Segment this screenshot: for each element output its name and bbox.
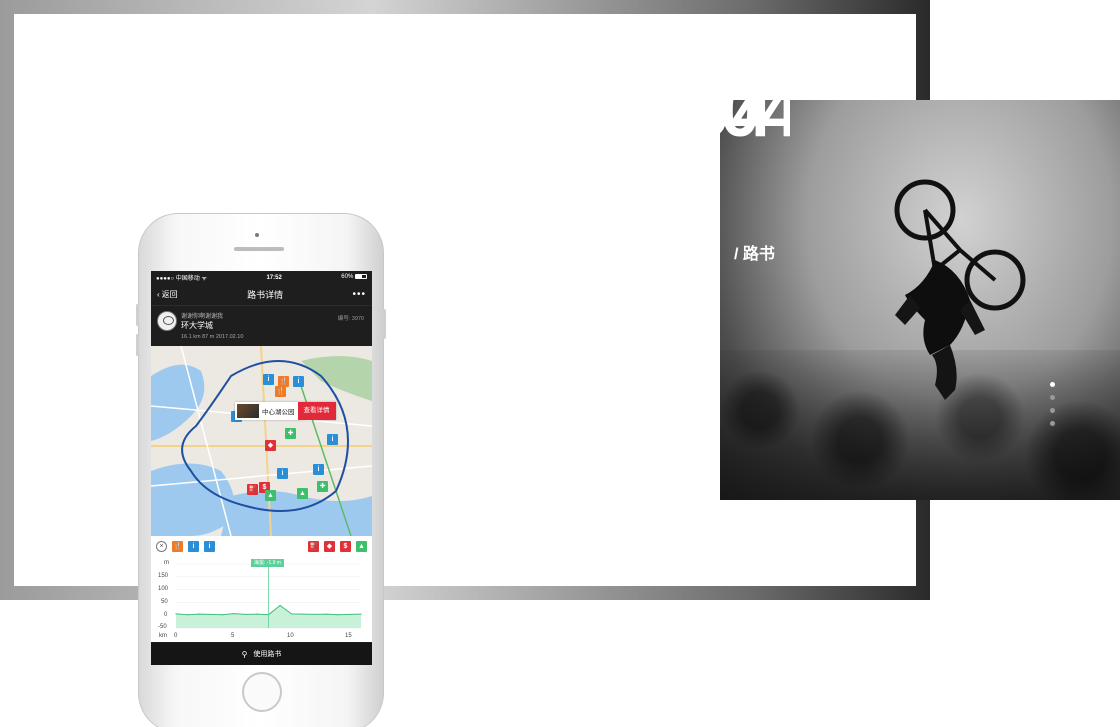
elevation-point: [314, 613, 316, 616]
map-marker-info[interactable]: i: [327, 434, 338, 445]
map-marker-medical[interactable]: ✚: [285, 428, 296, 439]
poi-filter-bar: × 🍴 i i ⛽ ◆ $ ▲: [151, 536, 372, 556]
poi-filter-info[interactable]: i: [204, 540, 215, 552]
elevation-point: [325, 613, 327, 615]
elevation-point: [348, 613, 351, 616]
view-details-button[interactable]: 查看详情: [297, 402, 336, 420]
bike-icon: ⚲: [241, 649, 248, 659]
elevation-point: [279, 604, 281, 607]
elevation-point: [360, 613, 362, 615]
route-name: 环大学城: [181, 321, 213, 330]
route-stats: 16.1 km 87 m 2017.02.10: [181, 334, 244, 340]
bmx-photo: [720, 100, 1120, 500]
elevation-x-tick: 10: [287, 633, 294, 639]
elevation-point: [302, 613, 304, 615]
carrier-label: ●●●●○ 中国移动 ᯤ: [156, 276, 207, 282]
popup-place-name: 中心湖公园: [262, 409, 295, 416]
elevation-x-tick: 15: [345, 633, 352, 639]
poi-filter-landmark[interactable]: ◆: [324, 540, 335, 552]
elevation-point: [186, 614, 189, 616]
elevation-plot: [175, 563, 362, 629]
elevation-x-unit: km: [159, 633, 167, 639]
elevation-point: [291, 613, 293, 615]
elevation-point: [233, 613, 235, 615]
slide-dot-2[interactable]: [1050, 395, 1055, 400]
map-marker-info[interactable]: i: [313, 464, 324, 475]
phone-power-button: [383, 309, 386, 339]
author-name: 谢谢你啊谢谢我: [181, 314, 224, 320]
elevation-y-tick: 50: [161, 599, 168, 605]
poi-filter-food[interactable]: 🍴: [172, 540, 183, 552]
section-title: / 路书: [734, 246, 775, 263]
use-route-label: 使用路书: [253, 651, 282, 658]
elevation-point: [221, 614, 223, 616]
status-time: 17:52: [266, 274, 282, 281]
back-button[interactable]: ‹ 返回: [157, 289, 178, 300]
elevation-point: [337, 614, 339, 616]
phone-volume-up: [136, 304, 139, 326]
battery-percent: 60%: [341, 274, 354, 281]
elevation-y-tick: 100: [158, 586, 169, 592]
slide-indicator[interactable]: [1050, 382, 1058, 434]
elevation-chart[interactable]: m 150 100 50 0 -50 km 0 5 10 15 海拔: -1.9…: [151, 556, 372, 642]
map-marker-landmark[interactable]: ◆: [265, 440, 276, 451]
elevation-y-tick: -50: [158, 624, 167, 630]
poi-filter-info[interactable]: i: [188, 540, 199, 552]
elevation-y-tick: 0: [164, 612, 168, 618]
slide-dot-4[interactable]: [1050, 421, 1055, 426]
more-menu-button[interactable]: •••: [352, 289, 366, 300]
hero-number: 04: [690, 72, 775, 152]
poi-filter-atm[interactable]: $: [340, 540, 351, 552]
phone-front-camera: [255, 233, 259, 237]
map-marker-food[interactable]: 🍴: [275, 386, 286, 397]
route-header: 谢谢你啊谢谢我 环大学城 编号: 3970 16.1 km 87 m 2017.…: [151, 306, 372, 346]
map-marker-medical[interactable]: ✚: [317, 481, 328, 492]
home-button[interactable]: [242, 672, 282, 712]
map-marker-park[interactable]: ▲: [297, 488, 308, 499]
phone-screen: ●●●●○ 中国移动 ᯤ 17:52 60% ‹ 返回 路书详情 ••• 谢谢你…: [151, 271, 372, 665]
slide-dot-1[interactable]: [1050, 382, 1055, 387]
slide-dot-3[interactable]: [1050, 408, 1055, 413]
map-marker-info[interactable]: i: [293, 376, 304, 387]
bmx-rider-silhouette: [894, 179, 1026, 400]
map-marker-park[interactable]: ▲: [265, 490, 276, 501]
phone-volume-down: [136, 334, 139, 356]
route-code: 编号: 3970: [337, 316, 364, 322]
elevation-x-tick: 0: [174, 633, 178, 639]
phone-mockup: ●●●●○ 中国移动 ᯤ 17:52 60% ‹ 返回 路书详情 ••• 谢谢你…: [136, 213, 386, 727]
battery-icon: [354, 274, 367, 280]
back-label: 返回: [161, 290, 178, 299]
elevation-point: [210, 613, 212, 616]
elevation-point: [198, 613, 200, 615]
elevation-tooltip: 海拔: -1.9 m: [251, 559, 284, 567]
elevation-y-unit: m: [164, 560, 169, 566]
close-icon[interactable]: ×: [156, 540, 167, 552]
phone-speaker: [234, 247, 284, 251]
map-marker-info[interactable]: i: [277, 468, 288, 479]
use-route-button[interactable]: ⚲ 使用路书: [151, 643, 372, 665]
route-map[interactable]: i i 🍴 🍴 i i i i ⛽ $ ▲ ▲ ✚ ✚ ◆ 中心湖公园 查看详情: [151, 346, 372, 536]
map-popup[interactable]: 中心湖公园 查看详情: [235, 402, 336, 420]
map-marker-fuel[interactable]: ⛽: [247, 484, 258, 495]
elevation-point: [175, 613, 177, 615]
map-marker-info[interactable]: i: [263, 374, 274, 385]
nav-bar: ‹ 返回 路书详情 •••: [151, 284, 372, 306]
chevron-left-icon: ‹: [157, 290, 160, 299]
status-bar: ●●●●○ 中国移动 ᯤ 17:52 60%: [151, 271, 372, 284]
elevation-y-tick: 150: [158, 573, 169, 579]
battery-status: 60%: [341, 274, 367, 281]
avatar[interactable]: [157, 311, 177, 331]
elevation-point: [256, 613, 258, 615]
poi-filter-park[interactable]: ▲: [356, 540, 367, 552]
place-thumbnail: [237, 404, 259, 418]
elevation-x-tick: 5: [231, 633, 235, 639]
elevation-point: [244, 613, 246, 616]
hero-word: TE: [556, 152, 657, 232]
page-title: 路书详情: [247, 290, 284, 300]
poi-filter-fuel[interactable]: ⛽: [308, 540, 319, 552]
map-canvas: [151, 346, 372, 536]
